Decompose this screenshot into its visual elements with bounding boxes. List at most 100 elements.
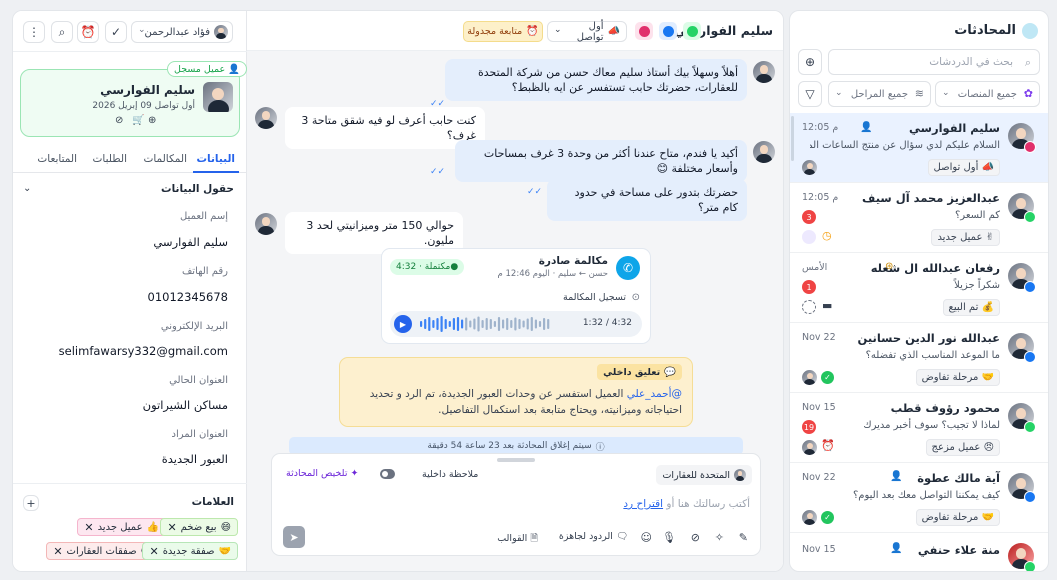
note-mention[interactable]: @أحمد_علي (627, 388, 682, 400)
conversation-preview: ما الموعد المناسب الذي تفضله؟ (865, 350, 1000, 361)
conversation-item[interactable]: محمود رؤوف قطب Nov 15 لماذا لا تجيب؟ سوف… (790, 393, 1048, 463)
messenger-icon[interactable] (659, 22, 677, 40)
tag-chip: 😄 بيع ضخم ✕ (160, 518, 238, 536)
chevron-down-icon: ⌄ (942, 88, 950, 98)
message-bubble-outgoing[interactable]: أكيد يا فندم، متاح عندنا أكثر من وحدة 3 … (455, 140, 747, 182)
add-circle-icon[interactable]: ⊕ (148, 115, 156, 126)
conversation-item[interactable]: عبدالعزيز محمد آل سيف 12:05 م كم السعر؟ … (790, 183, 1048, 253)
search-input[interactable]: ⌕ بحث في الدردشات (828, 49, 1040, 75)
add-tag-button[interactable]: + (23, 495, 39, 511)
tab-orders[interactable]: الطلبات (93, 153, 127, 165)
platforms-icon: ✿ (1023, 87, 1033, 100)
message-input[interactable]: أكتب رسالتك هنا أو اقتراح رد (623, 498, 750, 510)
message-text: أكيد يا فندم، متاح عندنا أكثر من وحدة 3 … (483, 147, 738, 175)
conversation-item[interactable]: سليم الفوارسي 12:05 م 👤 السلام عليكم لدي… (790, 113, 1048, 183)
inbox-select[interactable]: المتحدة للعقارات (656, 465, 752, 485)
record-icon: ⊙ (631, 292, 640, 303)
field-value-current-address[interactable]: مساكن الشيراتون (143, 398, 228, 412)
tag-label: عميل جديد (97, 521, 143, 533)
money-bag-icon: 💰 (981, 302, 994, 313)
reminder-button[interactable]: ⏰ (77, 21, 99, 43)
handshake-icon: 🤝 (981, 372, 994, 383)
resolve-button[interactable]: ✓ (105, 21, 127, 43)
agent-avatar (753, 141, 775, 163)
drag-handle[interactable] (497, 458, 535, 462)
tag-label: صفقات العقارات (66, 545, 137, 557)
microphone-icon[interactable]: 🎙 (662, 531, 676, 544)
search-messages-button[interactable]: ⌕ (51, 21, 73, 43)
composer: المتحدة للعقارات ملاحظة داخلية ✦ تلخيص ا… (271, 453, 761, 556)
conversation-item[interactable]: آية مالك عطوة 👤 Nov 22 كيف يمكننا التواص… (790, 463, 1048, 533)
new-chat-button[interactable]: ⊕ (798, 49, 822, 75)
tags-title: العلامات (191, 496, 234, 508)
attach-icon[interactable]: ⊘ (691, 531, 700, 544)
magic-pen-icon[interactable]: ✎ (739, 531, 748, 544)
remove-tag-icon[interactable]: ✕ (149, 545, 158, 558)
waveform-bar (543, 318, 546, 330)
tab-calls[interactable]: المكالمات (143, 153, 187, 165)
whatsapp-icon[interactable] (683, 22, 701, 40)
alarm-icon: ⏰ (821, 439, 835, 452)
conversation-preview: السلام عليكم لدي سؤال عن منتج الساعات ال… (810, 140, 1000, 151)
contact-name: سليم الفوارسي (100, 83, 195, 97)
message-bubble-outgoing[interactable]: أهلاً وسهلاً بيك أستاذ سليم معاك حسن من … (445, 59, 747, 101)
suggest-reply-link[interactable]: اقتراح رد (623, 498, 663, 510)
send-button[interactable]: ➤ (283, 526, 305, 548)
message-text: أهلاً وسهلاً بيك أستاذ سليم معاك حسن من … (477, 66, 738, 94)
more-options-button[interactable]: ⋮ (23, 21, 45, 43)
conversation-item[interactable]: منة علاء حنفي 👤 Nov 15 (790, 533, 1048, 571)
platforms-filter[interactable]: ✿ جميع المنصات ⌄ (935, 81, 1040, 107)
conversation-name: منة علاء حنفي (917, 543, 1000, 557)
remove-tag-icon[interactable]: ✕ (84, 521, 93, 534)
field-value-target-address[interactable]: العبور الجديدة (162, 452, 228, 466)
emoji-icon[interactable]: ☺ (641, 531, 652, 544)
contact-icon: 👤 (860, 122, 873, 133)
summarize-button[interactable]: ✦ تلخيص المحادثة (286, 468, 358, 479)
tab-data[interactable]: البيانات (197, 153, 236, 165)
conversation-item[interactable]: عبدالله نور الدين حسانين Nov 22 ما الموع… (790, 323, 1048, 393)
link-icon[interactable]: ⊘ (115, 115, 123, 126)
filter-button[interactable]: ▽ (798, 81, 822, 107)
remove-tag-icon[interactable]: ✕ (167, 521, 176, 534)
field-value-name[interactable]: سليم الفوارسي (153, 235, 228, 249)
waveform-bar (432, 320, 435, 328)
conversation-item[interactable]: رفعان عبدالله ال شعله ⊛ الأمس شكراً جزيل… (790, 253, 1048, 323)
remove-tag-icon[interactable]: ✕ (53, 545, 62, 558)
message-text: كنت حابب أعرف لو فيه شقق متاحة 3 غرف؟ (301, 114, 476, 142)
waveform-bar (510, 320, 513, 328)
audio-time: 1:32 / 4:32 (582, 318, 632, 328)
messenger-icon (1024, 281, 1036, 293)
read-ticks-icon: ✓✓ (430, 167, 446, 177)
field-value-email[interactable]: selimfawarsy332@gmail.com (59, 344, 228, 358)
audio-waveform[interactable] (420, 315, 555, 333)
note-icon: 💬 (664, 366, 676, 378)
internal-note-toggle[interactable] (380, 469, 395, 479)
instagram-icon[interactable] (635, 22, 653, 40)
stage-chip-label: مرحلة تفاوض (921, 512, 979, 523)
agent-avatar (802, 440, 817, 455)
stages-filter[interactable]: ≋ جميع المراحل ⌄ (828, 81, 931, 107)
angry-face-icon: 😠 (983, 442, 994, 453)
messenger-icon (1024, 351, 1036, 363)
contact-icon: 👤 (890, 471, 903, 482)
stage-chip-label: عميل مزعج (931, 442, 981, 453)
message-bubble-outgoing[interactable]: حضرتك بتدور على مساحة في حدود كام متر؟ (547, 179, 747, 221)
tab-followups[interactable]: المتابعات (37, 153, 77, 165)
field-value-phone[interactable]: 01012345678 (148, 290, 228, 304)
stage-chip-label: عميل جديد (937, 232, 983, 243)
agent-assign-select[interactable]: ⌄ فؤاد عبدالرحمن (131, 21, 233, 43)
cart-icon[interactable]: 🛒 (132, 115, 144, 126)
clock-icon: ◷ (822, 229, 832, 242)
stage-select[interactable]: ⌄ أول تواصل 📣 (547, 21, 627, 43)
message-bubble-incoming[interactable]: كنت حابب أعرف لو فيه شقق متاحة 3 غرف؟ (285, 107, 485, 149)
scheduled-followup-label: متابعة مجدولة (467, 26, 523, 37)
ai-wand-icon[interactable]: ✧ (715, 531, 724, 544)
waveform-bar (448, 321, 451, 327)
unread-count: 1 (802, 280, 816, 294)
scrollbar-thumb[interactable] (791, 116, 794, 161)
templates-button[interactable]: 🗎 القوالب (497, 531, 538, 547)
scheduled-followup-badge[interactable]: ⏰ متابعة مجدولة (463, 21, 543, 42)
play-button[interactable]: ▶ (394, 315, 412, 333)
canned-replies-button[interactable]: 🗨 الردود لجاهزة (559, 531, 628, 542)
note-title-badge: 💬 تعليق داخلي (597, 364, 682, 380)
